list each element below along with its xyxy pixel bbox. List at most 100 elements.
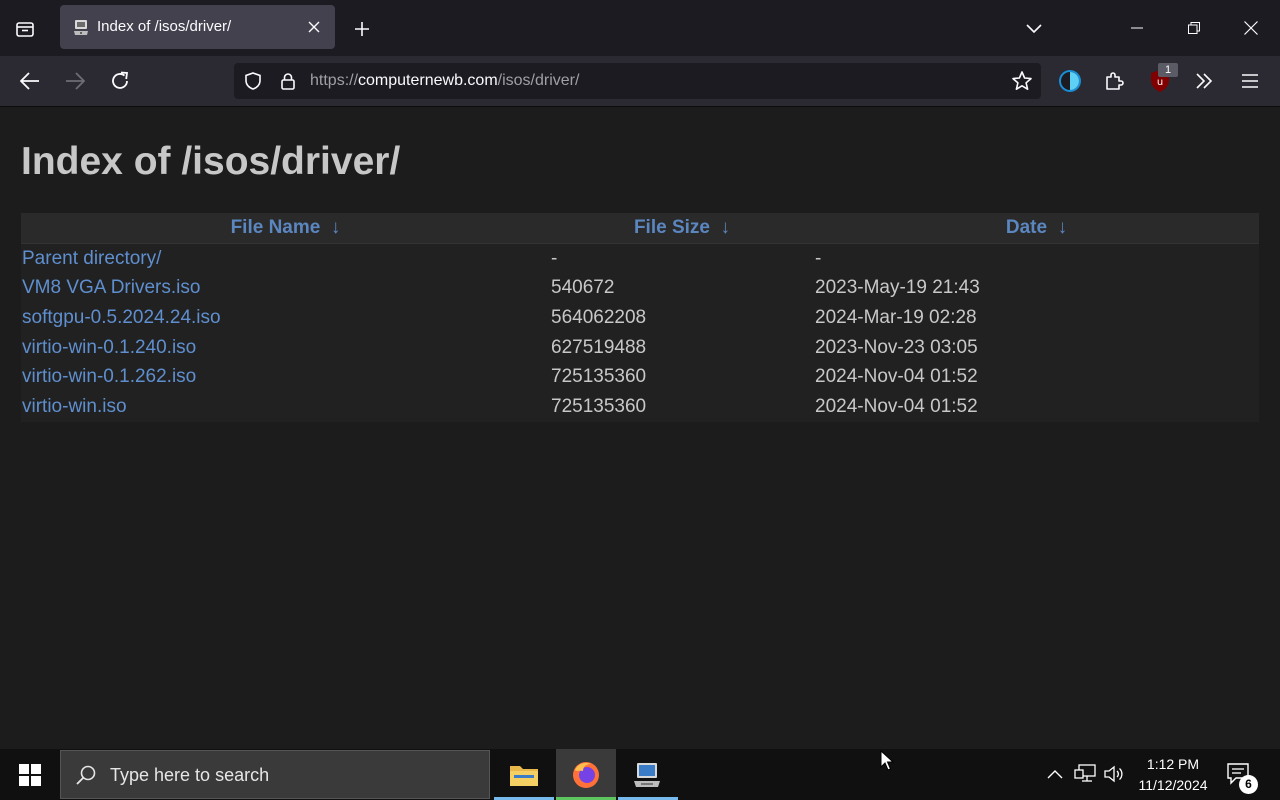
file-size-cell: 725135360: [551, 395, 647, 417]
taskbar-firefox[interactable]: [556, 749, 616, 800]
table-header-row: File Name ↓ File Size ↓ Date ↓: [21, 213, 1259, 244]
double-chevron-right-icon: [1196, 73, 1213, 89]
reload-icon: [112, 71, 129, 89]
close-icon: [308, 21, 320, 33]
clock-time: 1:12 PM: [1146, 756, 1200, 772]
folder-icon: [510, 765, 538, 786]
speaker-icon: [1104, 765, 1123, 783]
plus-icon: [355, 22, 369, 36]
file-name-cell: virtio-win-0.1.240.iso: [21, 333, 550, 363]
parent-directory-link[interactable]: Parent directory/: [22, 248, 161, 269]
firefox-view-button[interactable]: [10, 14, 40, 44]
address-bar[interactable]: https://computernewb.com/isos/driver/: [234, 63, 1041, 99]
hamburger-menu-icon: [1242, 74, 1258, 88]
bookmark-star-icon[interactable]: [1011, 70, 1033, 92]
forward-button[interactable]: [61, 67, 89, 95]
tab-close-button[interactable]: [305, 18, 323, 36]
extension-badge: 1: [1158, 63, 1178, 77]
column-header-file-name[interactable]: File Name ↓: [21, 213, 550, 244]
network-tray-button[interactable]: [1073, 762, 1097, 786]
file-listing-table: File Name ↓ File Size ↓ Date ↓ Parent di…: [21, 213, 1259, 422]
taskbar-search-box[interactable]: Type here to search: [60, 750, 490, 799]
page-content: Index of /isos/driver/ File Name ↓ File …: [0, 107, 1280, 749]
table-row: virtio-win.iso 725135360 2024-Nov-04 01:…: [21, 392, 1259, 422]
file-name-cell: virtio-win.iso: [21, 392, 550, 422]
sort-arrow-icon: ↓: [720, 217, 731, 238]
column-label: Date: [1005, 217, 1048, 238]
file-link[interactable]: VM8 VGA Drivers.iso: [22, 277, 200, 298]
volume-tray-button[interactable]: [1102, 762, 1126, 786]
close-window-icon: [1244, 21, 1258, 35]
file-link[interactable]: virtio-win.iso: [22, 396, 127, 417]
minimize-button[interactable]: [1122, 14, 1152, 42]
taskbar-remote-desktop[interactable]: [618, 749, 678, 800]
column-header-file-size[interactable]: File Size ↓: [550, 213, 814, 244]
back-button[interactable]: [16, 67, 44, 95]
url-text[interactable]: https://computernewb.com/isos/driver/: [310, 72, 579, 90]
tab-active[interactable]: Index of /isos/driver/: [60, 5, 335, 49]
column-header-date[interactable]: Date ↓: [814, 213, 1259, 244]
new-tab-button[interactable]: [350, 17, 374, 41]
file-date-cell: 2023-Nov-23 03:05: [815, 336, 978, 358]
file-name-cell: virtio-win-0.1.262.iso: [21, 362, 550, 392]
file-size-cell: 627519488: [551, 336, 647, 358]
app-menu-button[interactable]: [1236, 67, 1264, 95]
chevron-down-icon: [1026, 24, 1042, 34]
reload-button[interactable]: [106, 67, 134, 95]
file-size-cell: 540672: [551, 277, 615, 299]
file-link[interactable]: softgpu-0.5.2024.24.iso: [22, 307, 221, 328]
start-button[interactable]: [0, 749, 60, 800]
file-name-cell: VM8 VGA Drivers.iso: [21, 274, 550, 304]
more-tools-button[interactable]: [1190, 67, 1218, 95]
arrow-left-icon: [20, 72, 39, 90]
file-name-cell: softgpu-0.5.2024.24.iso: [21, 303, 550, 333]
table-row: virtio-win-0.1.262.iso 725135360 2024-No…: [21, 362, 1259, 392]
tracking-protection-shield-icon[interactable]: [243, 71, 263, 91]
restore-button[interactable]: [1179, 14, 1209, 42]
taskbar-file-explorer[interactable]: [494, 749, 554, 800]
clock-date: 11/12/2024: [1138, 777, 1208, 793]
search-icon: [76, 765, 96, 785]
search-placeholder: Type here to search: [110, 765, 270, 785]
file-link[interactable]: virtio-win-0.1.240.iso: [22, 337, 196, 358]
file-date-cell: 2023-May-19 21:43: [815, 277, 980, 299]
column-label: File Name: [230, 217, 321, 238]
firefox-view-icon: [16, 22, 34, 37]
table-row: Parent directory/ - -: [21, 244, 1259, 274]
computer-icon: [634, 762, 660, 787]
show-hidden-icons-button[interactable]: [1043, 762, 1067, 786]
sort-arrow-icon: ↓: [330, 217, 341, 238]
file-link[interactable]: virtio-win-0.1.262.iso: [22, 366, 196, 387]
file-name-cell: Parent directory/: [21, 244, 550, 274]
table-row: VM8 VGA Drivers.iso 540672 2023-May-19 2…: [21, 274, 1259, 304]
table-row: softgpu-0.5.2024.24.iso 564062208 2024-M…: [21, 303, 1259, 333]
windows-logo-icon: [19, 763, 41, 786]
dark-reader-extension-button[interactable]: [1056, 67, 1084, 95]
minimize-icon: [1131, 27, 1143, 29]
extensions-button[interactable]: [1101, 67, 1129, 95]
restore-icon: [1188, 22, 1200, 34]
notification-count-badge: 6: [1239, 775, 1258, 794]
file-size-cell: -: [551, 247, 558, 269]
taskbar-clock[interactable]: 1:12 PM 11/12/2024: [1128, 754, 1218, 796]
arrow-right-icon: [66, 72, 85, 90]
tab-title: Index of /isos/driver/: [97, 18, 232, 35]
url-path: /isos/driver/: [497, 72, 580, 89]
lock-icon[interactable]: [278, 71, 298, 91]
url-scheme: https://: [310, 72, 359, 89]
close-window-button[interactable]: [1236, 14, 1266, 42]
table-row: virtio-win-0.1.240.iso 627519488 2023-No…: [21, 333, 1259, 363]
url-host: computernewb.com: [358, 72, 498, 89]
mouse-cursor-icon: [880, 750, 894, 771]
puzzle-piece-icon: [1106, 72, 1124, 90]
file-size-cell: 564062208: [551, 306, 647, 328]
dark-reader-icon: [1059, 70, 1081, 92]
svg-text:u: u: [1157, 77, 1163, 88]
network-icon: [1074, 764, 1096, 782]
navigation-toolbar: https://computernewb.com/isos/driver/ u: [0, 56, 1280, 107]
file-date-cell: 2024-Mar-19 02:28: [815, 306, 977, 328]
tab-strip: Index of /isos/driver/: [0, 0, 1280, 56]
site-favicon-icon: [74, 20, 88, 35]
page-title: Index of /isos/driver/: [21, 140, 401, 183]
list-all-tabs-button[interactable]: [1022, 17, 1046, 41]
